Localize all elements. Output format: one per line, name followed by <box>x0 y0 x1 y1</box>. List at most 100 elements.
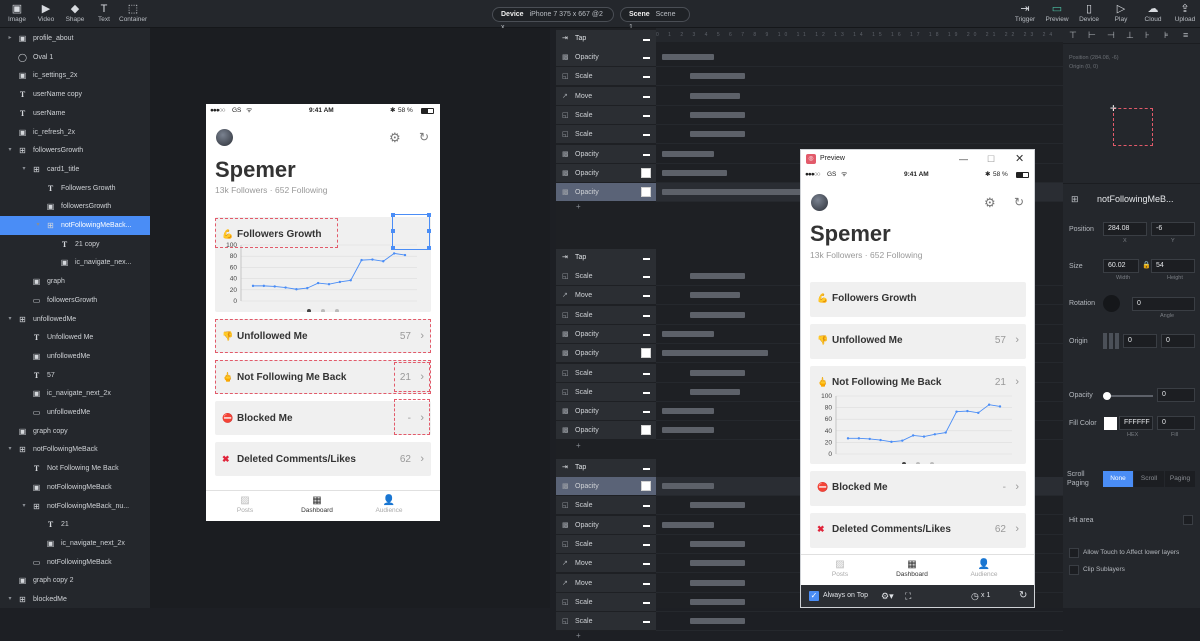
page-indicator-dot[interactable] <box>335 309 339 312</box>
always-on-top-checkbox[interactable]: ✓ <box>809 591 819 601</box>
fill-alpha-input[interactable]: 0 <box>1157 416 1195 430</box>
resize-handle[interactable] <box>427 246 431 250</box>
expand-toggle-icon[interactable]: ▾ <box>6 310 14 329</box>
add-animation-button[interactable]: + <box>556 631 656 641</box>
preview-titlebar[interactable]: ◎ Preview — ☐ ✕ <box>801 150 1034 168</box>
layer-row[interactable]: ▾ ⊞ notFollowingMeBack... <box>0 216 150 235</box>
animation-row[interactable]: ◱ Scale <box>556 592 656 612</box>
page-indicator-dot[interactable] <box>902 462 906 464</box>
text-tool-button[interactable]: T Text <box>90 3 118 23</box>
animation-row[interactable]: ▩ Opacity <box>556 402 656 422</box>
scroll-option-none[interactable]: None <box>1103 471 1133 487</box>
layer-row[interactable]: ▸ ▣ profile_about <box>0 29 150 48</box>
color-swatch[interactable] <box>641 481 651 491</box>
animation-row[interactable]: ▩ Opacity <box>556 183 656 203</box>
speed-value[interactable]: x 1 <box>981 585 990 607</box>
refresh-icon[interactable]: ↻ <box>419 130 429 144</box>
animation-row[interactable]: ▩ Opacity <box>556 515 656 535</box>
layer-row[interactable]: T 21 copy <box>0 235 150 254</box>
minimize-icon[interactable]: — <box>959 150 968 168</box>
animation-row[interactable]: ▩ Opacity <box>556 477 656 496</box>
layer-row[interactable]: ▣ graph copy 2 <box>0 571 150 590</box>
remove-icon[interactable] <box>643 57 650 59</box>
animation-row[interactable]: ↗ Move <box>556 86 656 106</box>
layer-row[interactable]: ▭ notFollowingMeBack <box>0 553 150 572</box>
card-not-following-me-back[interactable]: 🖕 Not Following Me Back 21 › 100 80 60 40 20 0 <box>810 366 1026 464</box>
layer-row[interactable]: ◯ Oval 1 <box>0 48 150 67</box>
layer-row[interactable]: T 21 <box>0 515 150 534</box>
page-indicator-dot[interactable] <box>916 462 920 464</box>
animation-bar[interactable] <box>690 292 740 299</box>
expand-toggle-icon[interactable]: ▾ <box>34 216 42 235</box>
animation-bar[interactable] <box>662 521 714 528</box>
position-y-input[interactable]: -6 <box>1151 222 1195 236</box>
gear-icon[interactable]: ⚙ <box>389 130 401 146</box>
remove-icon[interactable] <box>643 276 650 278</box>
card-unfollowed-me[interactable]: 👎 Unfollowed Me 57 › <box>215 319 431 353</box>
layer-row[interactable]: T Not Following Me Back <box>0 459 150 478</box>
animation-row[interactable]: ↗ Move <box>556 286 656 306</box>
origin-x-input[interactable]: 0 <box>1123 334 1157 348</box>
color-swatch[interactable] <box>641 187 651 198</box>
layer-row[interactable]: ▾ ⊞ notFollowingMeBack <box>0 440 150 459</box>
remove-icon[interactable] <box>643 333 650 336</box>
resize-handle[interactable] <box>391 246 395 250</box>
align-icon[interactable]: ⊤ <box>1069 30 1077 41</box>
cloud-button[interactable]: ☁ Cloud <box>1139 3 1167 23</box>
layer-row[interactable]: ▾ ⊞ blockedMe <box>0 590 150 608</box>
trigger-button[interactable]: ⇥ Trigger <box>1011 3 1039 23</box>
animation-bar[interactable] <box>662 408 714 415</box>
animation-bar[interactable] <box>690 502 745 509</box>
layer-row[interactable]: TuserName copy <box>0 85 150 104</box>
remove-icon[interactable] <box>643 524 650 527</box>
remove-icon[interactable] <box>643 95 650 98</box>
remove-icon[interactable] <box>643 391 650 394</box>
layer-row[interactable]: ▾ ⊞ card1_title <box>0 160 150 179</box>
opacity-slider-knob[interactable] <box>1103 392 1111 400</box>
layer-row[interactable]: ▾ ⊞ followersGrowth <box>0 141 150 160</box>
add-animation-button[interactable]: + <box>556 441 656 451</box>
allow-touch-checkbox[interactable] <box>1069 548 1079 558</box>
remove-icon[interactable] <box>643 153 650 156</box>
align-icon[interactable]: ≡ <box>1183 30 1188 40</box>
card-blocked-me[interactable]: ⛔ Blocked Me - › <box>810 471 1026 506</box>
preview-window[interactable]: ◎ Preview — ☐ ✕ ●●●○○ GS ᯤ 9:41 AM ✱ 58 … <box>800 149 1035 608</box>
layer-row[interactable]: ▣ graph copy <box>0 422 150 441</box>
resize-handle[interactable] <box>391 213 395 217</box>
animation-row[interactable]: ▩ Opacity <box>556 144 656 164</box>
device-selector[interactable]: DeviceiPhone 7 375 x 667 @2 x <box>492 7 614 31</box>
anchor-point-icon[interactable]: ✛ <box>1110 104 1117 113</box>
layer-row[interactable]: ▣ ic_navigate_next_2x <box>0 534 150 553</box>
collapse-icon[interactable] <box>643 39 650 41</box>
animation-bar[interactable] <box>662 169 727 176</box>
align-icon[interactable]: ⊣ <box>1107 30 1115 41</box>
card-not-following-me-back[interactable]: 🖕 Not Following Me Back 21 › <box>215 360 431 394</box>
card-followers-growth[interactable]: 💪 Followers Growth <box>810 282 1026 317</box>
align-icon[interactable]: ⊢ <box>1088 30 1096 41</box>
reload-icon[interactable]: ↻ <box>1019 585 1027 607</box>
add-animation-button[interactable]: + <box>556 202 656 212</box>
clip-sublayers-checkbox[interactable] <box>1069 565 1079 575</box>
remove-icon[interactable] <box>643 314 650 317</box>
animation-bar[interactable] <box>690 92 740 99</box>
fit-screen-icon[interactable]: ⛶ <box>905 585 911 607</box>
selected-layer-bounds[interactable] <box>391 213 431 250</box>
animation-bar[interactable] <box>690 131 745 138</box>
page-indicator-dot[interactable] <box>307 309 311 312</box>
layer-row[interactable]: T Followers Growth <box>0 179 150 198</box>
remove-icon[interactable] <box>643 582 650 585</box>
video-tool-button[interactable]: ▶ Video <box>32 3 60 23</box>
layer-row[interactable]: ▣ followersGrowth <box>0 197 150 216</box>
animation-bar[interactable] <box>690 540 745 547</box>
refresh-icon[interactable]: ↻ <box>1014 195 1024 209</box>
animation-row[interactable]: ▩ Opacity <box>556 324 656 344</box>
width-input[interactable]: 60.02 <box>1103 259 1139 273</box>
collapse-icon[interactable] <box>643 258 650 260</box>
layer-row[interactable]: ▣ ic_navigate_next_2x <box>0 384 150 403</box>
animation-row[interactable]: ◱ Scale <box>556 363 656 383</box>
layer-row[interactable]: T Unfollowed Me <box>0 328 150 347</box>
page-indicator-dot[interactable] <box>321 309 325 312</box>
color-swatch[interactable] <box>641 425 651 436</box>
fill-color-swatch[interactable] <box>1104 417 1117 430</box>
remove-icon[interactable] <box>643 295 650 298</box>
